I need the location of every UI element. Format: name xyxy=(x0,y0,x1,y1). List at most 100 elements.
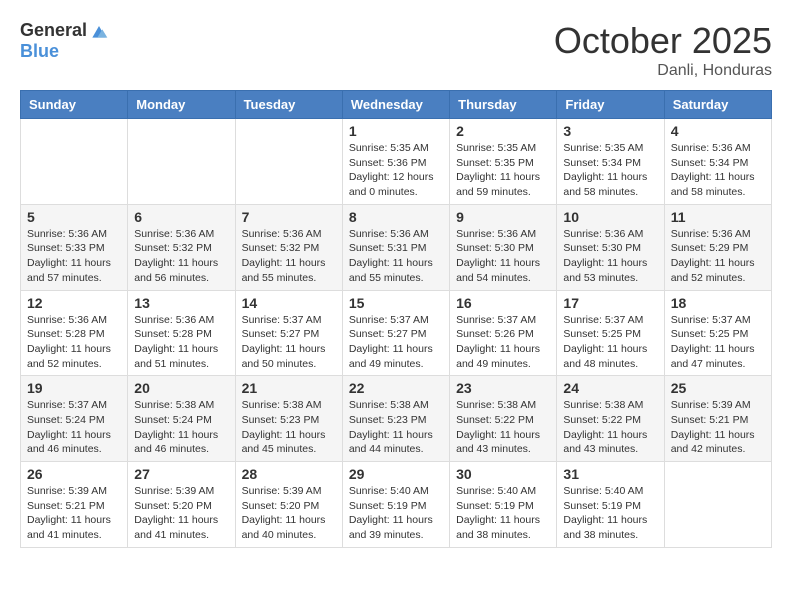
day-number: 1 xyxy=(349,123,443,139)
location-subtitle: Danli, Honduras xyxy=(554,62,772,80)
day-info: Sunrise: 5:37 AM Sunset: 5:25 PM Dayligh… xyxy=(563,313,657,372)
day-info: Sunrise: 5:39 AM Sunset: 5:21 PM Dayligh… xyxy=(671,398,765,457)
day-header-sunday: Sunday xyxy=(21,91,128,119)
calendar-cell xyxy=(664,462,771,548)
day-number: 14 xyxy=(242,295,336,311)
day-info: Sunrise: 5:38 AM Sunset: 5:22 PM Dayligh… xyxy=(456,398,550,457)
day-info: Sunrise: 5:37 AM Sunset: 5:25 PM Dayligh… xyxy=(671,313,765,372)
calendar-cell: 27Sunrise: 5:39 AM Sunset: 5:20 PM Dayli… xyxy=(128,462,235,548)
calendar-cell: 4 Sunrise: 5:36 AM Sunset: 5:34 PM Daylig… xyxy=(664,119,771,205)
calendar-week-row: 1Sunrise: 5:35 AM Sunset: 5:36 PM Daylig… xyxy=(21,119,772,205)
calendar-cell: 19Sunrise: 5:37 AM Sunset: 5:24 PM Dayli… xyxy=(21,376,128,462)
day-info: Sunrise: 5:37 AM Sunset: 5:27 PM Dayligh… xyxy=(242,313,336,372)
day-number: 13 xyxy=(134,295,228,311)
calendar-week-row: 26 Sunrise: 5:39 AM Sunset: 5:21 PM Dayli… xyxy=(21,462,772,548)
calendar-cell: 10Sunrise: 5:36 AM Sunset: 5:30 PM Dayli… xyxy=(557,204,664,290)
day-info: Sunrise: 5:35 AM Sunset: 5:34 PM Dayligh… xyxy=(563,141,657,200)
calendar-cell: 16Sunrise: 5:37 AM Sunset: 5:26 PM Dayli… xyxy=(450,290,557,376)
calendar-cell: 7 Sunrise: 5:36 AM Sunset: 5:32 PM Daylig… xyxy=(235,204,342,290)
calendar-cell: 15 Sunrise: 5:37 AM Sunset: 5:27 PM Dayli… xyxy=(342,290,449,376)
calendar-cell: 3 Sunrise: 5:35 AM Sunset: 5:34 PM Daylig… xyxy=(557,119,664,205)
calendar-cell xyxy=(21,119,128,205)
day-info: Sunrise: 5:38 AM Sunset: 5:22 PM Dayligh… xyxy=(563,398,657,457)
calendar-cell: 6 Sunrise: 5:36 AM Sunset: 5:32 PM Daylig… xyxy=(128,204,235,290)
day-info: Sunrise: 5:36 AM Sunset: 5:33 PM Dayligh… xyxy=(27,227,121,286)
calendar-cell: 11 Sunrise: 5:36 AM Sunset: 5:29 PM Dayli… xyxy=(664,204,771,290)
day-header-thursday: Thursday xyxy=(450,91,557,119)
day-number: 12 xyxy=(27,295,121,311)
calendar-cell: 29 Sunrise: 5:40 AM Sunset: 5:19 PM Dayli… xyxy=(342,462,449,548)
day-info: Sunrise: 5:40 AM Sunset: 5:19 PM Dayligh… xyxy=(456,484,550,543)
day-number: 20 xyxy=(134,380,228,396)
day-info: Sunrise: 5:36 AM Sunset: 5:28 PM Dayligh… xyxy=(134,313,228,372)
day-header-saturday: Saturday xyxy=(664,91,771,119)
logo: General Blue xyxy=(20,20,109,62)
day-number: 25 xyxy=(671,380,765,396)
month-title: October 2025 xyxy=(554,20,772,62)
day-info: Sunrise: 5:39 AM Sunset: 5:20 PM Dayligh… xyxy=(134,484,228,543)
day-info: Sunrise: 5:36 AM Sunset: 5:31 PM Dayligh… xyxy=(349,227,443,286)
day-info: Sunrise: 5:40 AM Sunset: 5:19 PM Dayligh… xyxy=(563,484,657,543)
calendar-cell: 30Sunrise: 5:40 AM Sunset: 5:19 PM Dayli… xyxy=(450,462,557,548)
calendar-cell: 20Sunrise: 5:38 AM Sunset: 5:24 PM Dayli… xyxy=(128,376,235,462)
day-number: 4 xyxy=(671,123,765,139)
day-number: 29 xyxy=(349,466,443,482)
day-number: 26 xyxy=(27,466,121,482)
calendar-cell xyxy=(235,119,342,205)
day-info: Sunrise: 5:38 AM Sunset: 5:23 PM Dayligh… xyxy=(242,398,336,457)
day-header-friday: Friday xyxy=(557,91,664,119)
day-header-monday: Monday xyxy=(128,91,235,119)
calendar-week-row: 12 Sunrise: 5:36 AM Sunset: 5:28 PM Dayli… xyxy=(21,290,772,376)
calendar-cell: 9Sunrise: 5:36 AM Sunset: 5:30 PM Daylig… xyxy=(450,204,557,290)
calendar-cell: 23 Sunrise: 5:38 AM Sunset: 5:22 PM Dayli… xyxy=(450,376,557,462)
day-number: 15 xyxy=(349,295,443,311)
day-number: 23 xyxy=(456,380,550,396)
calendar-cell: 13 Sunrise: 5:36 AM Sunset: 5:28 PM Dayli… xyxy=(128,290,235,376)
day-header-tuesday: Tuesday xyxy=(235,91,342,119)
calendar-cell: 22Sunrise: 5:38 AM Sunset: 5:23 PM Dayli… xyxy=(342,376,449,462)
calendar-cell: 18 Sunrise: 5:37 AM Sunset: 5:25 PM Dayli… xyxy=(664,290,771,376)
calendar-cell: 17 Sunrise: 5:37 AM Sunset: 5:25 PM Dayli… xyxy=(557,290,664,376)
calendar-cell: 24Sunrise: 5:38 AM Sunset: 5:22 PM Dayli… xyxy=(557,376,664,462)
day-info: Sunrise: 5:36 AM Sunset: 5:28 PM Dayligh… xyxy=(27,313,121,372)
calendar-cell: 21 Sunrise: 5:38 AM Sunset: 5:23 PM Dayli… xyxy=(235,376,342,462)
day-number: 19 xyxy=(27,380,121,396)
day-number: 8 xyxy=(349,209,443,225)
day-number: 28 xyxy=(242,466,336,482)
day-info: Sunrise: 5:37 AM Sunset: 5:27 PM Dayligh… xyxy=(349,313,443,372)
day-number: 21 xyxy=(242,380,336,396)
calendar-cell: 5 Sunrise: 5:36 AM Sunset: 5:33 PM Daylig… xyxy=(21,204,128,290)
day-info: Sunrise: 5:36 AM Sunset: 5:34 PM Dayligh… xyxy=(671,141,765,200)
day-number: 2 xyxy=(456,123,550,139)
logo-blue-text: Blue xyxy=(20,41,59,62)
page-header: General Blue October 2025 Danli, Hondura… xyxy=(20,20,772,80)
day-info: Sunrise: 5:40 AM Sunset: 5:19 PM Dayligh… xyxy=(349,484,443,543)
logo-icon xyxy=(89,21,109,41)
day-info: Sunrise: 5:36 AM Sunset: 5:32 PM Dayligh… xyxy=(134,227,228,286)
day-info: Sunrise: 5:35 AM Sunset: 5:35 PM Dayligh… xyxy=(456,141,550,200)
calendar-table: SundayMondayTuesdayWednesdayThursdayFrid… xyxy=(20,90,772,548)
calendar-cell: 26 Sunrise: 5:39 AM Sunset: 5:21 PM Dayli… xyxy=(21,462,128,548)
calendar-cell: 2 Sunrise: 5:35 AM Sunset: 5:35 PM Daylig… xyxy=(450,119,557,205)
calendar-cell: 28 Sunrise: 5:39 AM Sunset: 5:20 PM Dayli… xyxy=(235,462,342,548)
day-number: 17 xyxy=(563,295,657,311)
day-number: 11 xyxy=(671,209,765,225)
day-header-wednesday: Wednesday xyxy=(342,91,449,119)
day-number: 16 xyxy=(456,295,550,311)
calendar-cell: 25 Sunrise: 5:39 AM Sunset: 5:21 PM Dayli… xyxy=(664,376,771,462)
day-number: 31 xyxy=(563,466,657,482)
day-number: 5 xyxy=(27,209,121,225)
day-number: 7 xyxy=(242,209,336,225)
day-number: 6 xyxy=(134,209,228,225)
day-number: 3 xyxy=(563,123,657,139)
day-info: Sunrise: 5:39 AM Sunset: 5:20 PM Dayligh… xyxy=(242,484,336,543)
day-info: Sunrise: 5:38 AM Sunset: 5:23 PM Dayligh… xyxy=(349,398,443,457)
day-number: 18 xyxy=(671,295,765,311)
day-info: Sunrise: 5:39 AM Sunset: 5:21 PM Dayligh… xyxy=(27,484,121,543)
day-info: Sunrise: 5:36 AM Sunset: 5:30 PM Dayligh… xyxy=(563,227,657,286)
day-info: Sunrise: 5:36 AM Sunset: 5:29 PM Dayligh… xyxy=(671,227,765,286)
day-info: Sunrise: 5:36 AM Sunset: 5:32 PM Dayligh… xyxy=(242,227,336,286)
calendar-cell: 31 Sunrise: 5:40 AM Sunset: 5:19 PM Dayli… xyxy=(557,462,664,548)
calendar-cell: 12 Sunrise: 5:36 AM Sunset: 5:28 PM Dayli… xyxy=(21,290,128,376)
calendar-week-row: 19Sunrise: 5:37 AM Sunset: 5:24 PM Dayli… xyxy=(21,376,772,462)
